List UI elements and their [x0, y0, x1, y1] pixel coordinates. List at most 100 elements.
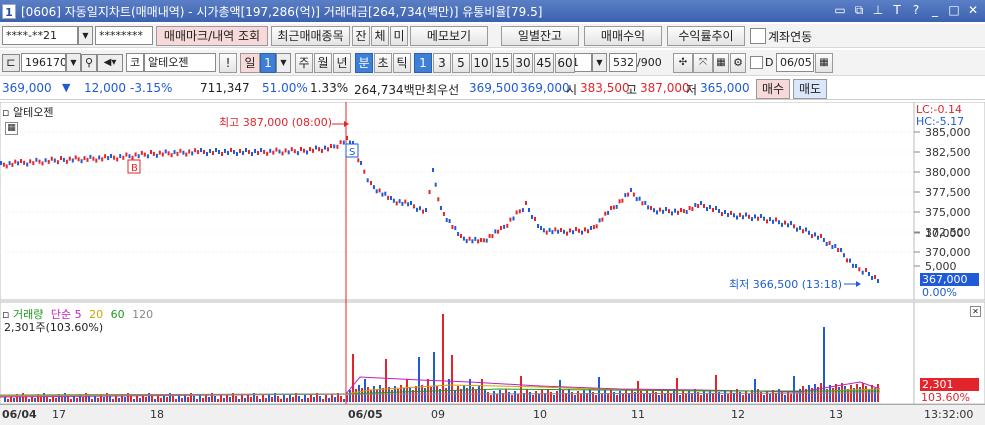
password-input[interactable]: ******** — [95, 26, 153, 45]
period-n-field[interactable]: 1 — [260, 53, 276, 73]
close-icon[interactable]: ✕ — [965, 2, 981, 18]
price-axis-label: 370,000 — [925, 246, 971, 259]
profit-trend-button[interactable]: 수익률추이 — [667, 26, 745, 46]
minimize-icon[interactable]: _ — [927, 2, 943, 18]
volume-bar — [688, 390, 690, 402]
help-icon[interactable]: ? — [908, 2, 924, 18]
account-dropdown-icon[interactable]: ▼ — [78, 26, 93, 45]
grid-toggle-icon[interactable]: ▦ — [5, 122, 18, 135]
candle — [53, 158, 56, 163]
search-icon[interactable]: ⚲ — [81, 54, 97, 72]
date-checkbox[interactable] — [750, 56, 763, 69]
candle — [116, 157, 119, 162]
volume-bar — [340, 396, 342, 402]
period-year-button[interactable]: 년 — [333, 53, 351, 73]
interval-button-3[interactable]: 3 — [433, 53, 451, 73]
date-label-13: 13 — [829, 408, 843, 421]
tab-balance[interactable]: 잔 — [352, 26, 370, 46]
daily-balance-button[interactable]: 일별잔고 — [501, 26, 579, 46]
period-tick-button[interactable]: 틱 — [393, 53, 411, 73]
panel-close-icon[interactable]: ✕ — [970, 306, 981, 317]
interval-button-5[interactable]: 5 — [452, 53, 470, 73]
period-second-button[interactable]: 초 — [374, 53, 392, 73]
layout-icon[interactable]: ▭ — [832, 2, 848, 18]
buy-marker-label: B — [131, 163, 138, 174]
memo-button[interactable]: 메모보기 — [410, 26, 488, 46]
period-month-button[interactable]: 월 — [314, 53, 332, 73]
crosshair-tool-icon[interactable]: ✣ — [673, 53, 693, 73]
calendar-icon[interactable]: ▦ — [815, 53, 833, 73]
bar-count-field[interactable]: 532 — [609, 53, 637, 72]
pin-icon[interactable]: ⊥ — [870, 2, 886, 18]
volume-bar — [526, 389, 528, 402]
candle — [846, 258, 848, 263]
interval-button-45[interactable]: 45 — [534, 53, 554, 73]
sell-button[interactable]: 매도 — [793, 79, 827, 99]
volume-bar — [406, 379, 408, 402]
candle — [227, 151, 229, 155]
draw-tool-icon[interactable]: ⤧ — [693, 53, 713, 73]
candle — [363, 169, 366, 174]
account-input[interactable]: ****-**21 — [2, 26, 78, 45]
candle — [843, 253, 845, 258]
tab-unexecuted[interactable]: 미 — [390, 26, 408, 46]
candle — [865, 268, 867, 272]
stock-code-input[interactable]: 196170 — [21, 53, 66, 72]
candle — [68, 156, 71, 161]
candle — [370, 181, 372, 185]
candle — [630, 188, 632, 192]
candle — [730, 211, 732, 215]
trade-profit-button[interactable]: 매매수익 — [584, 26, 662, 46]
date-field[interactable]: 06/05 — [776, 53, 814, 72]
volume-bar — [874, 388, 876, 402]
candle — [680, 208, 682, 212]
recent-trade-button[interactable]: 최근매매종목 — [271, 26, 350, 46]
screen-menu-icon[interactable]: ⊏ — [2, 54, 20, 72]
candle — [410, 201, 412, 205]
candle — [300, 147, 302, 151]
speaker-icon[interactable]: ◀▾ — [97, 54, 123, 72]
volume-bar — [343, 399, 345, 402]
interval-button-1[interactable]: 1 — [414, 53, 432, 73]
tab-executed[interactable]: 체 — [371, 26, 389, 46]
candle — [206, 152, 208, 156]
candle — [542, 228, 545, 233]
interval-button-10[interactable]: 10 — [471, 53, 491, 73]
stock-name-field[interactable]: 알테오젠 — [144, 53, 216, 72]
grid-tool-icon[interactable]: ▦ — [713, 53, 729, 73]
candle — [462, 236, 465, 241]
period-minute-button[interactable]: 분 — [355, 53, 373, 73]
account-link-checkbox[interactable] — [750, 28, 766, 44]
settings-gear-icon[interactable]: ⚙ — [730, 53, 746, 73]
interval-button-15[interactable]: 15 — [492, 53, 512, 73]
interval-button-30[interactable]: 30 — [513, 53, 533, 73]
alert-button[interactable]: ! — [219, 53, 237, 73]
volume-tag: 2,301 — [920, 378, 979, 391]
candle — [62, 157, 65, 162]
intraday-chart[interactable]: 385,000382,500380,000377,500375,000372,5… — [0, 102, 985, 404]
candle — [474, 236, 477, 241]
volume-bar — [544, 393, 546, 402]
candle — [632, 192, 635, 197]
candle — [671, 211, 673, 216]
maximize-icon[interactable]: □ — [946, 2, 962, 18]
font-icon[interactable]: T — [889, 2, 905, 18]
volume-bar — [103, 397, 105, 402]
period-dropdown-icon[interactable]: ▼ — [276, 53, 291, 73]
candle — [587, 229, 589, 234]
candle — [306, 150, 308, 155]
buy-button[interactable]: 매수 — [756, 79, 790, 99]
period-day-button[interactable]: 일 — [240, 53, 260, 73]
candle — [644, 200, 647, 205]
period-week-button[interactable]: 주 — [295, 53, 313, 73]
trade-mark-button[interactable]: 매매마크/내역 조회 — [156, 26, 268, 46]
candle — [98, 155, 101, 160]
volume-bar — [589, 389, 591, 402]
volume-bar — [268, 394, 270, 402]
multiplier-dropdown-icon[interactable]: ▼ — [592, 53, 607, 72]
copy-window-icon[interactable]: ⧉ — [851, 2, 867, 18]
candle — [754, 214, 756, 219]
candle — [321, 148, 323, 153]
interval-button-60[interactable]: 60 — [555, 53, 575, 73]
stock-code-dropdown-icon[interactable]: ▼ — [66, 53, 81, 72]
